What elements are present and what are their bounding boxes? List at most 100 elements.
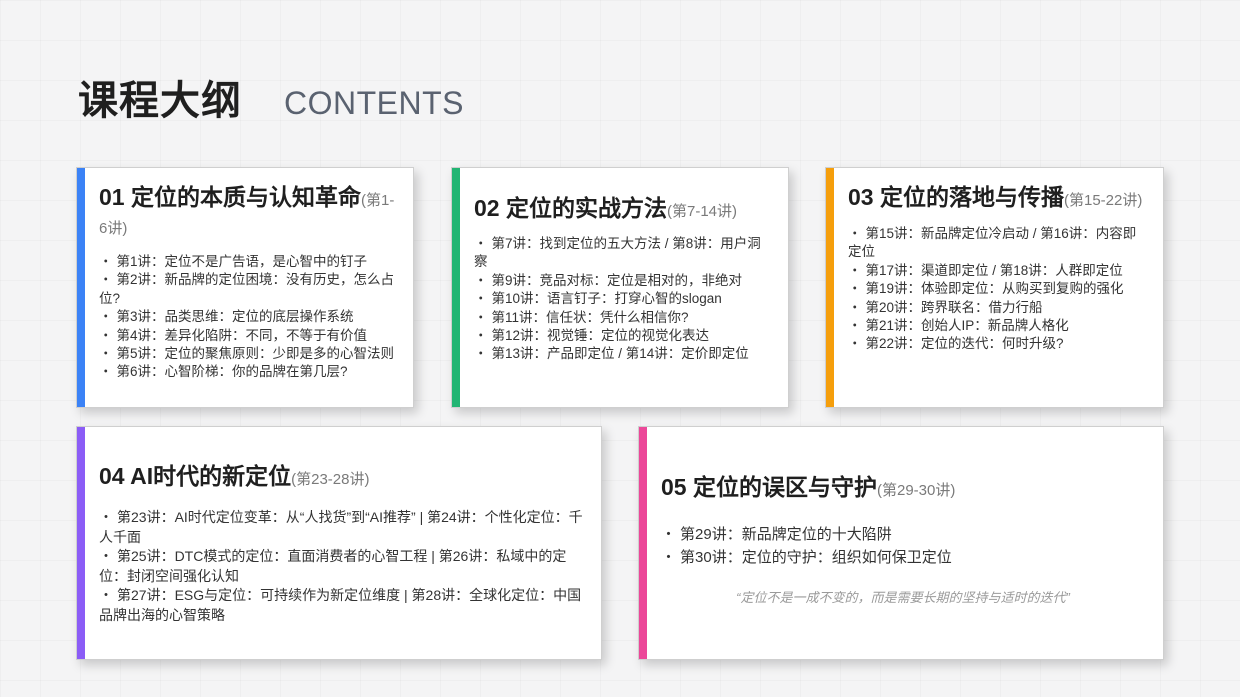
bullet-dot: ・ xyxy=(474,346,488,362)
section-range: (第15-22讲) xyxy=(1063,192,1143,209)
lecture-item: ・第27讲：ESG与定位：可持续作为新定位维度 | 第28讲：全球化定位：中国品… xyxy=(99,586,583,625)
lecture-text: 第3讲：品类思维：定位的底层操作系统 xyxy=(116,309,354,325)
lecture-text: 第29讲：新品牌定位的十大陷阱 xyxy=(680,526,892,543)
bullet-dot: ・ xyxy=(99,364,113,380)
accent-bar xyxy=(452,168,460,407)
lecture-list: ・第7讲：找到定位的五大方法 / 第8讲：用户洞察・第9讲：竞品对标：定位是相对… xyxy=(474,235,770,364)
lecture-item: ・第21讲：创始人IP：新品牌人格化 xyxy=(848,317,1145,335)
bullet-dot: ・ xyxy=(661,526,677,543)
bullet-dot: ・ xyxy=(474,309,488,325)
lecture-text: 第22讲：定位的迭代：何时升级? xyxy=(865,336,1064,352)
bullet-dot: ・ xyxy=(848,262,862,278)
lecture-item: ・第15讲：新品牌定位冷启动 / 第16讲：内容即定位 xyxy=(848,225,1145,262)
lecture-text: 第25讲：DTC模式的定位：直面消费者的心智工程 | 第26讲：私域中的定位：封… xyxy=(99,548,567,584)
section-title-text: 05 定位的误区与守护 xyxy=(661,474,877,500)
lecture-item: ・第4讲：差异化陷阱：不同，不等于有价值 xyxy=(99,327,395,345)
lecture-text: 第2讲：新品牌的定位困境：没有历史，怎么占位? xyxy=(99,272,395,306)
lecture-text: 第27讲：ESG与定位：可持续作为新定位维度 | 第28讲：全球化定位：中国品牌… xyxy=(99,587,582,623)
lecture-list: ・第29讲：新品牌定位的十大陷阱・第30讲：定位的守护：组织如何保卫定位 xyxy=(661,523,1145,569)
lecture-item: ・第23讲：AI时代定位变革：从“人找货”到“AI推荐” | 第24讲：个性化定… xyxy=(99,508,583,547)
slide-header: 课程大纲 CONTENTS xyxy=(78,68,464,126)
bullet-dot: ・ xyxy=(99,272,113,288)
section-card-05: 05 定位的误区与守护(第29-30讲) ・第29讲：新品牌定位的十大陷阱・第3… xyxy=(638,426,1164,660)
lecture-item: ・第6讲：心智阶梯：你的品牌在第几层? xyxy=(99,363,395,381)
lecture-item: ・第1讲：定位不是广告语，是心智中的钉子 xyxy=(99,253,395,271)
page-title: 课程大纲 xyxy=(78,79,242,123)
bullet-dot: ・ xyxy=(474,236,488,251)
section-title: 02 定位的实战方法(第7-14讲) xyxy=(474,196,770,224)
lecture-item: ・第11讲：信任状：凭什么相信你? xyxy=(474,309,770,327)
lecture-text: 第10讲：语言钉子：打穿心智的slogan xyxy=(491,291,722,307)
section-card-02: 02 定位的实战方法(第7-14讲) ・第7讲：找到定位的五大方法 / 第8讲：… xyxy=(451,167,789,408)
lecture-text: 第12讲：视觉锤：定位的视觉化表达 xyxy=(491,328,710,344)
accent-bar xyxy=(77,168,85,407)
lecture-text: 第6讲：心智阶梯：你的品牌在第几层? xyxy=(116,364,348,380)
bullet-dot: ・ xyxy=(848,299,862,315)
lecture-text: 第5讲：定位的聚焦原则：少即是多的心智法则 xyxy=(116,346,395,362)
lecture-text: 第17讲：渠道即定位 / 第18讲：人群即定位 xyxy=(865,262,1123,278)
bullet-dot: ・ xyxy=(99,509,113,525)
lecture-item: ・第12讲：视觉锤：定位的视觉化表达 xyxy=(474,327,770,345)
bullet-dot: ・ xyxy=(99,254,113,269)
bullet-dot: ・ xyxy=(474,272,488,288)
lecture-item: ・第13讲：产品即定位 / 第14讲：定价即定位 xyxy=(474,345,770,363)
bullet-dot: ・ xyxy=(848,336,862,352)
lecture-text: 第23讲：AI时代定位变革：从“人找货”到“AI推荐” | 第24讲：个性化定位… xyxy=(99,509,583,545)
bullet-dot: ・ xyxy=(848,281,862,297)
section-title-text: 03 定位的落地与传播 xyxy=(848,184,1064,210)
lecture-item: ・第2讲：新品牌的定位困境：没有历史，怎么占位? xyxy=(99,271,395,308)
section-range: (第23-28讲) xyxy=(291,471,370,488)
lecture-list: ・第15讲：新品牌定位冷启动 / 第16讲：内容即定位・第17讲：渠道即定位 /… xyxy=(848,225,1145,354)
bullet-dot: ・ xyxy=(848,318,862,334)
lecture-item: ・第22讲：定位的迭代：何时升级? xyxy=(848,335,1145,353)
section-title-text: 04 AI时代的新定位 xyxy=(99,463,292,489)
bullet-dot: ・ xyxy=(99,309,113,325)
closing-quote: “定位不是一成不变的，而是需要长期的坚持与适时的迭代” xyxy=(736,590,1070,605)
lecture-text: 第9讲：竞品对标：定位是相对的，非绝对 xyxy=(491,272,743,288)
lecture-text: 第4讲：差异化陷阱：不同，不等于有价值 xyxy=(116,327,368,343)
accent-bar xyxy=(639,427,647,659)
bullet-dot: ・ xyxy=(99,327,113,343)
section-card-03: 03 定位的落地与传播(第15-22讲) ・第15讲：新品牌定位冷启动 / 第1… xyxy=(825,167,1164,408)
lecture-text: 第7讲：找到定位的五大方法 / 第8讲：用户洞察 xyxy=(474,236,761,270)
lecture-item: ・第3讲：品类思维：定位的底层操作系统 xyxy=(99,308,395,326)
section-card-01: 01 定位的本质与认知革命(第1-6讲) ・第1讲：定位不是广告语，是心智中的钉… xyxy=(76,167,414,408)
page-subtitle: CONTENTS xyxy=(284,85,464,121)
section-title-text: 02 定位的实战方法 xyxy=(474,195,667,221)
section-title: 05 定位的误区与守护(第29-30讲) xyxy=(661,475,1145,503)
lecture-item: ・第19讲：体验即定位：从购买到复购的强化 xyxy=(848,280,1145,298)
lecture-item: ・第5讲：定位的聚焦原则：少即是多的心智法则 xyxy=(99,345,395,363)
lecture-item: ・第20讲：跨界联名：借力行船 xyxy=(848,299,1145,317)
section-title: 04 AI时代的新定位(第23-28讲) xyxy=(99,464,583,492)
section-range: (第7-14讲) xyxy=(666,203,737,220)
section-title: 03 定位的落地与传播(第15-22讲) xyxy=(848,185,1145,213)
lecture-text: 第1讲：定位不是广告语，是心智中的钉子 xyxy=(116,254,368,269)
bullet-dot: ・ xyxy=(474,291,488,307)
lecture-text: 第20讲：跨界联名：借力行船 xyxy=(865,299,1043,315)
lecture-text: 第21讲：创始人IP：新品牌人格化 xyxy=(865,318,1069,334)
bullet-dot: ・ xyxy=(99,587,113,604)
lecture-text: 第19讲：体验即定位：从购买到复购的强化 xyxy=(865,281,1124,297)
lecture-item: ・第7讲：找到定位的五大方法 / 第8讲：用户洞察 xyxy=(474,235,770,272)
bullet-dot: ・ xyxy=(661,549,677,566)
section-card-04: 04 AI时代的新定位(第23-28讲) ・第23讲：AI时代定位变革：从“人找… xyxy=(76,426,602,660)
lecture-item: ・第17讲：渠道即定位 / 第18讲：人群即定位 xyxy=(848,262,1145,280)
section-range: (第29-30讲) xyxy=(876,482,956,499)
bullet-dot: ・ xyxy=(848,226,862,241)
lecture-list: ・第1讲：定位不是广告语，是心智中的钉子・第2讲：新品牌的定位困境：没有历史，怎… xyxy=(99,253,395,382)
lecture-item: ・第9讲：竞品对标：定位是相对的，非绝对 xyxy=(474,272,770,290)
lecture-text: 第13讲：产品即定位 / 第14讲：定价即定位 xyxy=(491,346,749,362)
lecture-list: ・第23讲：AI时代定位变革：从“人找货”到“AI推荐” | 第24讲：个性化定… xyxy=(99,508,583,626)
lecture-item: ・第10讲：语言钉子：打穿心智的slogan xyxy=(474,290,770,308)
bullet-dot: ・ xyxy=(474,328,488,344)
bullet-dot: ・ xyxy=(99,548,113,565)
lecture-item: ・第30讲：定位的守护：组织如何保卫定位 xyxy=(661,546,1145,569)
lecture-text: 第30讲：定位的守护：组织如何保卫定位 xyxy=(680,549,952,566)
accent-bar xyxy=(77,427,85,659)
section-title: 01 定位的本质与认知革命(第1-6讲) xyxy=(99,185,395,241)
lecture-text: 第11讲：信任状：凭什么相信你? xyxy=(491,309,689,325)
lecture-item: ・第29讲：新品牌定位的十大陷阱 xyxy=(661,523,1145,546)
section-title-text: 01 定位的本质与认知革命 xyxy=(99,184,361,210)
lecture-item: ・第25讲：DTC模式的定位：直面消费者的心智工程 | 第26讲：私域中的定位：… xyxy=(99,547,583,586)
lecture-text: 第15讲：新品牌定位冷启动 / 第16讲：内容即定位 xyxy=(848,226,1137,260)
